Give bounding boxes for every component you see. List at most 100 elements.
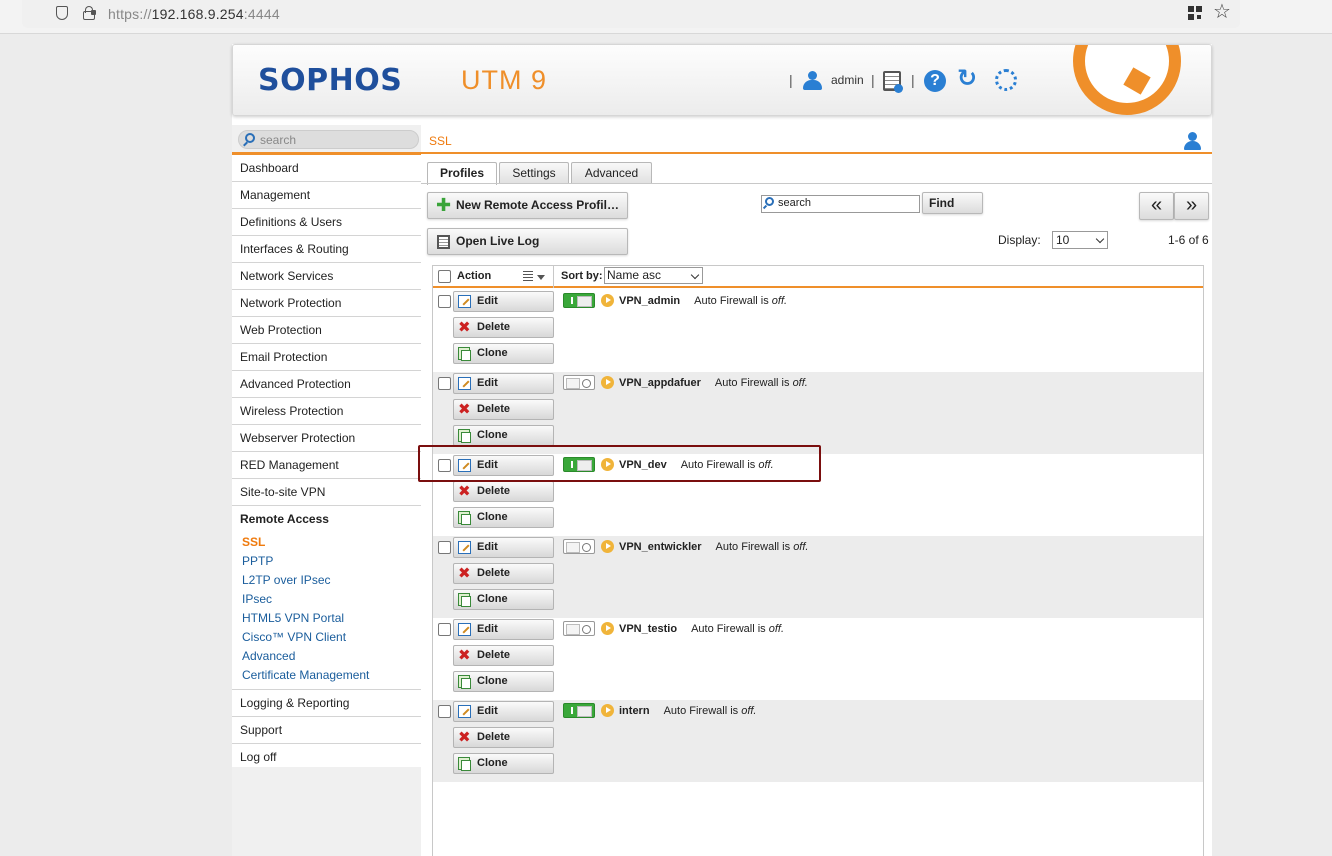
new-remote-access-profile-button[interactable]: ✚ New Remote Access Profil… bbox=[427, 192, 628, 219]
display-count-select[interactable]: 10 bbox=[1052, 231, 1108, 249]
button-label: Delete bbox=[477, 485, 511, 497]
bookmark-star-icon[interactable]: ☆ bbox=[1213, 2, 1231, 22]
subnav-advanced[interactable]: Advanced bbox=[232, 647, 421, 666]
clone-button[interactable]: Clone bbox=[453, 343, 554, 364]
edit-icon bbox=[458, 623, 471, 636]
tab-advanced[interactable]: Advanced bbox=[571, 162, 652, 184]
help-icon[interactable]: ? bbox=[924, 70, 946, 92]
profile-name-text: VPN_testio bbox=[619, 623, 678, 635]
delete-button[interactable]: ✖ Delete bbox=[453, 481, 554, 502]
sidebar-item-wireless-protection[interactable]: Wireless Protection bbox=[232, 398, 421, 425]
sidebar-item-site-to-site-vpn[interactable]: Site-to-site VPN bbox=[232, 479, 421, 506]
enable-toggle[interactable] bbox=[563, 703, 595, 718]
sidebar-item-dashboard[interactable]: Dashboard bbox=[232, 155, 421, 182]
sort-label: Sort by: bbox=[561, 270, 603, 282]
button-label: Clone bbox=[477, 429, 508, 441]
pager-prev-button[interactable]: « bbox=[1139, 192, 1174, 220]
sidebar-item-webserver-protection[interactable]: Webserver Protection bbox=[232, 425, 421, 452]
open-live-log-button[interactable]: Open Live Log bbox=[427, 228, 628, 255]
sidebar-item-interfaces-routing[interactable]: Interfaces & Routing bbox=[232, 236, 421, 263]
row-checkbox[interactable] bbox=[438, 541, 451, 554]
shield-icon[interactable] bbox=[56, 6, 68, 20]
enable-toggle[interactable] bbox=[563, 539, 595, 554]
edit-button[interactable]: Edit bbox=[453, 701, 554, 722]
qr-code-icon[interactable] bbox=[1188, 6, 1202, 20]
clone-button[interactable]: Clone bbox=[453, 425, 554, 446]
edit-button[interactable]: Edit bbox=[453, 619, 554, 640]
find-button[interactable]: Find bbox=[922, 192, 983, 214]
sidebar-item-definitions-users[interactable]: Definitions & Users bbox=[232, 209, 421, 236]
remote-access-icon bbox=[601, 622, 614, 635]
edit-icon bbox=[458, 377, 471, 390]
sort-select[interactable]: Name asc bbox=[604, 267, 703, 284]
clone-button[interactable]: Clone bbox=[453, 671, 554, 692]
profile-name-text: intern bbox=[619, 705, 650, 717]
edit-button[interactable]: Edit bbox=[453, 291, 554, 312]
subnav-certificate-management[interactable]: Certificate Management bbox=[232, 666, 421, 685]
sidebar-item-network-services[interactable]: Network Services bbox=[232, 263, 421, 290]
notes-icon[interactable] bbox=[883, 71, 903, 93]
lock-icon[interactable] bbox=[83, 6, 96, 20]
delete-icon: ✖ bbox=[458, 401, 471, 418]
enable-toggle[interactable] bbox=[563, 621, 595, 636]
clone-button[interactable]: Clone bbox=[453, 589, 554, 610]
subnav-pptp[interactable]: PPTP bbox=[232, 552, 421, 571]
delete-button[interactable]: ✖ Delete bbox=[453, 645, 554, 666]
column-action: Action bbox=[457, 270, 492, 282]
subnav-html5-vpn-portal[interactable]: HTML5 VPN Portal bbox=[232, 609, 421, 628]
clone-button[interactable]: Clone bbox=[453, 753, 554, 774]
delete-button[interactable]: ✖ Delete bbox=[453, 399, 554, 420]
sidebar-item-red-management[interactable]: RED Management bbox=[232, 452, 421, 479]
user-profile-icon[interactable] bbox=[1183, 132, 1201, 150]
button-label: Clone bbox=[477, 593, 508, 605]
clone-button[interactable]: Clone bbox=[453, 507, 554, 528]
tab-settings[interactable]: Settings bbox=[499, 162, 569, 184]
profile-row: Edit ✖ Delete Clone VPN_appdafuer Auto Fir… bbox=[433, 372, 1203, 454]
button-label: Edit bbox=[477, 295, 498, 307]
edit-button[interactable]: Edit bbox=[453, 373, 554, 394]
delete-button[interactable]: ✖ Delete bbox=[453, 563, 554, 584]
caret-down-icon[interactable] bbox=[537, 275, 545, 280]
delete-button[interactable]: ✖ Delete bbox=[453, 317, 554, 338]
row-checkbox[interactable] bbox=[438, 295, 451, 308]
row-checkbox[interactable] bbox=[438, 623, 451, 636]
subnav-cisco-vpn-client[interactable]: Cisco™ VPN Client bbox=[232, 628, 421, 647]
row-checkbox[interactable] bbox=[438, 377, 451, 390]
sidebar-item-management[interactable]: Management bbox=[232, 182, 421, 209]
sidebar-item-support[interactable]: Support bbox=[232, 717, 421, 744]
list-icon[interactable] bbox=[523, 271, 533, 281]
row-checkbox[interactable] bbox=[438, 705, 451, 718]
sidebar-item-remote-access[interactable]: Remote Access bbox=[232, 506, 421, 533]
firewall-prefix: Auto Firewall is bbox=[714, 377, 790, 389]
delete-icon: ✖ bbox=[458, 319, 471, 336]
reload-icon[interactable]: ↻ bbox=[957, 67, 977, 91]
button-label: Delete bbox=[477, 403, 511, 415]
subnav-l2tp-ipsec[interactable]: L2TP over IPsec bbox=[232, 571, 421, 590]
enable-toggle[interactable] bbox=[563, 375, 595, 390]
tab-profiles[interactable]: Profiles bbox=[427, 162, 497, 185]
sidebar-item-network-protection[interactable]: Network Protection bbox=[232, 290, 421, 317]
sophos-brand-icon bbox=[1073, 45, 1181, 115]
user-icon[interactable] bbox=[801, 71, 823, 91]
edit-button[interactable]: Edit bbox=[453, 537, 554, 558]
sidebar-item-email-protection[interactable]: Email Protection bbox=[232, 344, 421, 371]
subnav-ssl[interactable]: SSL bbox=[232, 533, 421, 552]
list-search-input[interactable]: search bbox=[761, 195, 920, 213]
button-label: New Remote Access Profil… bbox=[456, 198, 619, 212]
activity-spinner-icon[interactable] bbox=[995, 69, 1017, 91]
pager-next-button[interactable]: » bbox=[1174, 192, 1209, 220]
enable-toggle[interactable] bbox=[563, 293, 595, 308]
subnav-ipsec[interactable]: IPsec bbox=[232, 590, 421, 609]
logged-in-user[interactable]: admin bbox=[831, 73, 864, 87]
profile-row: Edit ✖ Delete Clone intern Auto Firewall i… bbox=[433, 700, 1203, 782]
select-all-checkbox[interactable] bbox=[438, 270, 451, 283]
clone-icon bbox=[458, 511, 471, 525]
sidebar-item-web-protection[interactable]: Web Protection bbox=[232, 317, 421, 344]
url-field[interactable]: https://192.168.9.254:4444 bbox=[22, 0, 1240, 28]
url-text[interactable]: https://192.168.9.254:4444 bbox=[108, 6, 280, 22]
remote-access-icon bbox=[601, 704, 614, 717]
sidebar-search-input[interactable]: search bbox=[238, 130, 419, 149]
delete-button[interactable]: ✖ Delete bbox=[453, 727, 554, 748]
sidebar-item-logging-reporting[interactable]: Logging & Reporting bbox=[232, 690, 421, 717]
sidebar-item-advanced-protection[interactable]: Advanced Protection bbox=[232, 371, 421, 398]
